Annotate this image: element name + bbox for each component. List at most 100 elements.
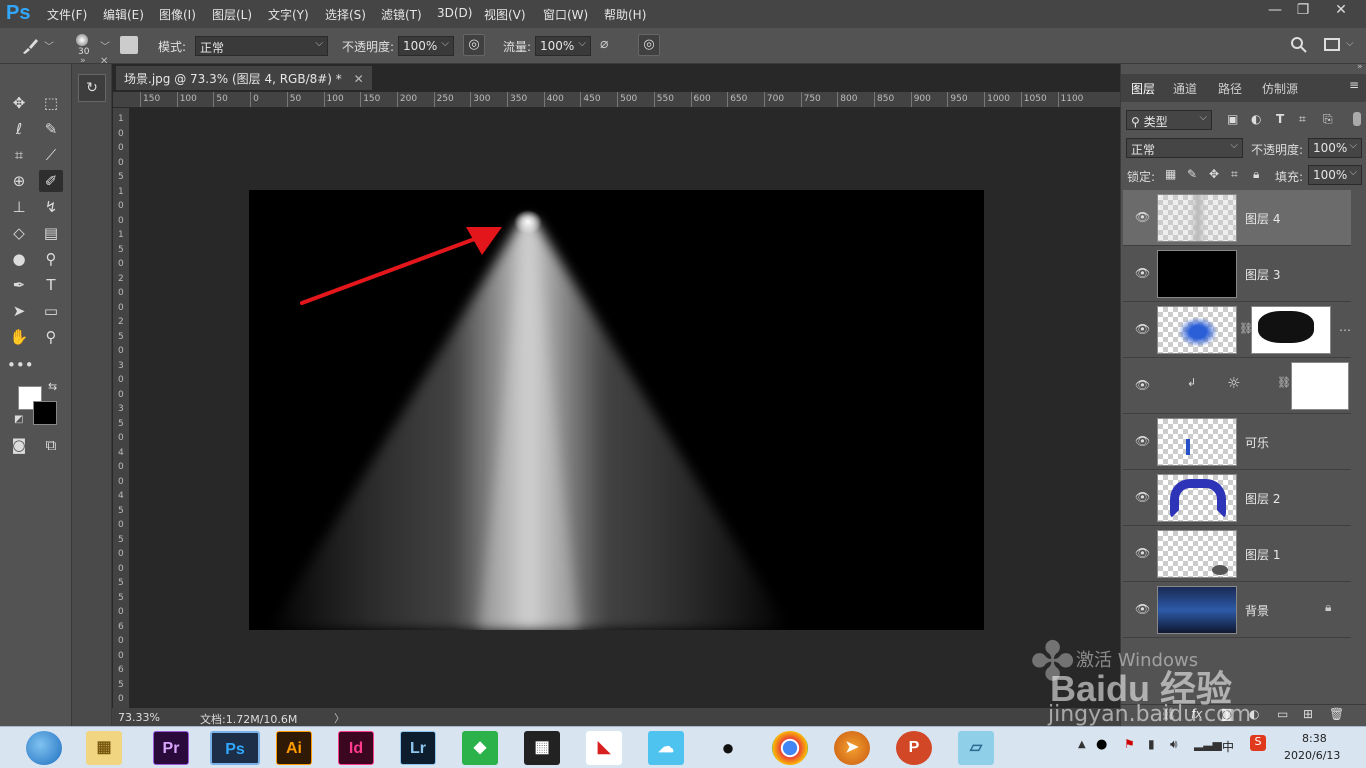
screen-mode-icon[interactable]: ⧉ — [39, 434, 63, 456]
layer-opacity-field[interactable]: 100% ⌵ — [1308, 138, 1362, 158]
menu-file[interactable]: 文件(F) — [47, 6, 87, 23]
menu-help[interactable]: 帮助(H) — [604, 6, 646, 23]
gradient-tool-icon[interactable]: ▤ — [39, 222, 63, 244]
visibility-eye-icon[interactable]: 👁︎ — [1135, 378, 1150, 392]
lock-image-icon[interactable]: ✎ — [1187, 167, 1197, 181]
filter-pixel-icon[interactable]: ▣ — [1227, 112, 1238, 126]
eyedropper-tool-icon[interactable]: ⟋ — [39, 144, 63, 166]
layer-name[interactable]: 图层 4 — [1245, 210, 1280, 227]
link-layers-icon[interactable]: ⛓︎ — [1161, 707, 1176, 721]
layer-row[interactable]: 👁︎ 背景 🔒︎ — [1123, 582, 1351, 638]
layer-filter-dropdown[interactable]: ⚲ 类型 ⌵ — [1126, 110, 1212, 130]
qq-icon[interactable]: ● — [710, 731, 746, 765]
lock-artboard-icon[interactable]: ⌗ — [1231, 167, 1238, 182]
close-tab-icon[interactable]: ✕ — [354, 72, 364, 86]
file-explorer-icon[interactable]: ▦ — [86, 731, 122, 765]
red-green-app-icon[interactable]: ◣ — [586, 731, 622, 765]
orange-app-icon[interactable]: ➤ — [834, 731, 870, 765]
lasso-tool-icon[interactable]: ℓ — [7, 118, 31, 140]
blur-tool-icon[interactable]: ● — [7, 248, 31, 270]
lock-position-icon[interactable]: ✥ — [1209, 167, 1219, 181]
opacity-field[interactable]: 100% ⌵ — [398, 36, 454, 56]
premiere-icon[interactable]: Pr — [153, 731, 189, 765]
mask-link-icon[interactable]: ⛓︎ — [1277, 376, 1291, 389]
tab-layers[interactable]: 图层 — [1131, 80, 1155, 97]
layer-name[interactable]: 背景 — [1245, 602, 1269, 619]
history-panel-icon[interactable]: ↻ — [78, 74, 106, 102]
quick-select-tool-icon[interactable]: ✎ — [39, 118, 63, 140]
brush-tool-icon[interactable] — [20, 36, 40, 56]
layer-name[interactable]: 图层 1 — [1245, 546, 1280, 563]
layer-name[interactable]: 可乐 — [1245, 434, 1269, 451]
status-menu-arrow-icon[interactable]: 〉 — [334, 710, 345, 726]
close-button[interactable]: ✕ — [1330, 2, 1352, 22]
rectangle-tool-icon[interactable]: ▭ — [39, 300, 63, 322]
more-tools-icon[interactable]: ••• — [7, 354, 34, 376]
filter-smart-object-icon[interactable]: ⎘ — [1323, 112, 1333, 127]
path-select-tool-icon[interactable]: ➤ — [7, 300, 31, 322]
close-panel-icon[interactable]: ✕ — [100, 56, 108, 67]
menu-filter[interactable]: 滤镜(T) — [381, 6, 422, 23]
menu-view[interactable]: 视图(V) — [484, 6, 526, 23]
blend-mode-dropdown[interactable]: 正常 ⌵ — [1126, 138, 1243, 158]
layer-row[interactable]: 👁︎ 图层 4 — [1123, 190, 1351, 246]
sogou-ime-icon[interactable]: S — [1250, 735, 1266, 751]
layer-mask-thumbnail[interactable] — [1291, 362, 1349, 410]
visibility-eye-icon[interactable]: 👁︎ — [1135, 322, 1150, 336]
menu-select[interactable]: 选择(S) — [325, 6, 366, 23]
tray-qq-icon[interactable]: ● — [1096, 737, 1107, 752]
panel-menu-icon[interactable]: ≡ — [1349, 78, 1359, 92]
visibility-eye-icon[interactable]: 👁︎ — [1135, 266, 1150, 280]
minimize-button[interactable]: — — [1264, 2, 1286, 22]
delete-layer-icon[interactable]: 🗑︎ — [1329, 707, 1344, 721]
clock-time[interactable]: 8:38 — [1302, 732, 1327, 745]
tray-network-alert-icon[interactable]: ⚑ — [1124, 737, 1135, 751]
hand-tool-icon[interactable]: ✋ — [7, 326, 31, 348]
green-app-icon[interactable]: ◆ — [462, 731, 498, 765]
tray-expand-icon[interactable]: ▲ — [1078, 739, 1086, 750]
powerpoint-icon[interactable]: P — [896, 731, 932, 765]
default-colors-icon[interactable]: ◩ — [14, 414, 23, 425]
new-layer-icon[interactable]: ⊞ — [1303, 707, 1313, 721]
stamp-tool-icon[interactable]: ⊥ — [7, 196, 31, 218]
pen-tool-icon[interactable]: ✒ — [7, 274, 31, 296]
menu-type[interactable]: 文字(Y) — [268, 6, 309, 23]
pressure-size-icon[interactable]: ◎ — [638, 34, 660, 56]
filter-adjustment-icon[interactable]: ◐ — [1251, 112, 1261, 126]
new-adjustment-icon[interactable]: ◐ — [1249, 707, 1259, 721]
notes-app-icon[interactable]: ▱ — [958, 731, 994, 765]
dodge-tool-icon[interactable]: ⚲ — [39, 248, 63, 270]
menu-3d[interactable]: 3D(D) — [437, 6, 472, 20]
start-button[interactable] — [26, 731, 62, 765]
layer-row[interactable]: 👁︎ 可乐 — [1123, 414, 1351, 470]
illustrator-icon[interactable]: Ai — [276, 731, 312, 765]
visibility-eye-icon[interactable]: 👁︎ — [1135, 210, 1150, 224]
layer-row[interactable]: 👁︎ 图层 3 — [1123, 246, 1351, 302]
visibility-eye-icon[interactable]: 👁︎ — [1135, 602, 1150, 616]
zoom-tool-icon[interactable]: ⚲ — [39, 326, 63, 348]
layer-mask-thumbnail[interactable] — [1251, 306, 1331, 354]
lock-all-icon[interactable]: 🔒︎ — [1253, 167, 1259, 182]
signal-icon[interactable]: ▂▃▅ — [1194, 737, 1222, 751]
visibility-eye-icon[interactable]: 👁︎ — [1135, 434, 1150, 448]
zoom-level[interactable]: 73.33% — [118, 711, 160, 724]
menu-edit[interactable]: 编辑(E) — [103, 6, 144, 23]
layer-row[interactable]: 👁︎ ⛓︎ … — [1123, 302, 1351, 358]
menu-window[interactable]: 窗口(W) — [543, 6, 588, 23]
restore-button[interactable]: ❐ — [1292, 2, 1314, 22]
healing-tool-icon[interactable]: ⊕ — [7, 170, 31, 192]
tray-device-icon[interactable]: ▮ — [1148, 737, 1155, 751]
filter-type-icon[interactable]: T — [1276, 112, 1284, 126]
expand-panels-icon[interactable]: » — [80, 56, 86, 66]
flow-field[interactable]: 100% ⌵ — [535, 36, 591, 56]
fill-field[interactable]: 100% ⌵ — [1308, 165, 1362, 185]
layer-name[interactable]: 图层 2 — [1245, 490, 1280, 507]
eraser-tool-icon[interactable]: ◇ — [7, 222, 31, 244]
layer-name[interactable]: 图层 3 — [1245, 266, 1280, 283]
workspace-icon[interactable] — [1324, 38, 1340, 51]
history-brush-tool-icon[interactable]: ↯ — [39, 196, 63, 218]
visibility-eye-icon[interactable]: 👁︎ — [1135, 490, 1150, 504]
volume-icon[interactable]: 🔊︎ — [1170, 737, 1178, 752]
layer-row[interactable]: 👁︎ ↲ ☼ ⛓︎ — [1123, 358, 1351, 414]
pressure-opacity-icon[interactable]: ◎ — [463, 34, 485, 56]
